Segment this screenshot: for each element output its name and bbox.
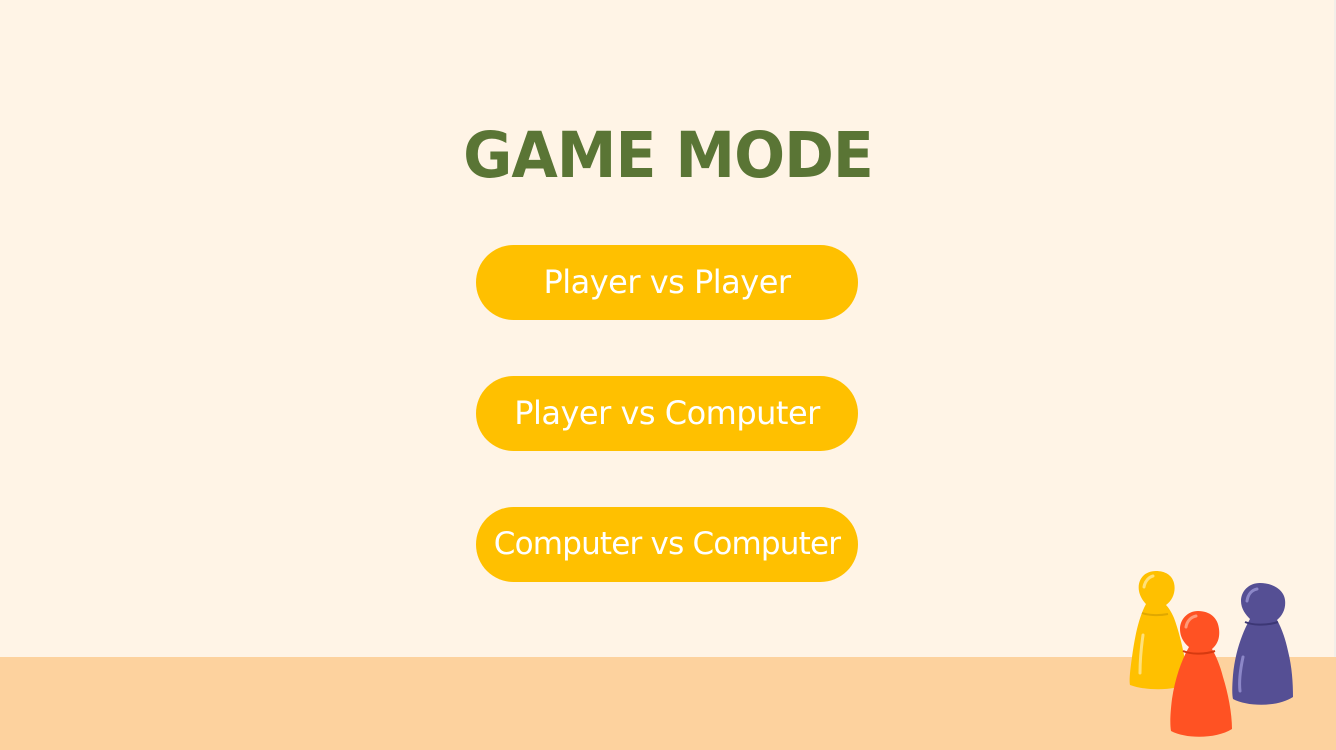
player-vs-computer-button[interactable]: Player vs Computer	[476, 376, 858, 451]
player-vs-player-button[interactable]: Player vs Player	[476, 245, 858, 320]
orange-pawn-icon	[1170, 611, 1232, 737]
game-pawns-icon	[1129, 571, 1293, 737]
computer-vs-computer-button[interactable]: Computer vs Computer	[476, 507, 858, 582]
purple-pawn-icon	[1232, 583, 1293, 705]
page-title: GAME MODE	[463, 119, 874, 193]
